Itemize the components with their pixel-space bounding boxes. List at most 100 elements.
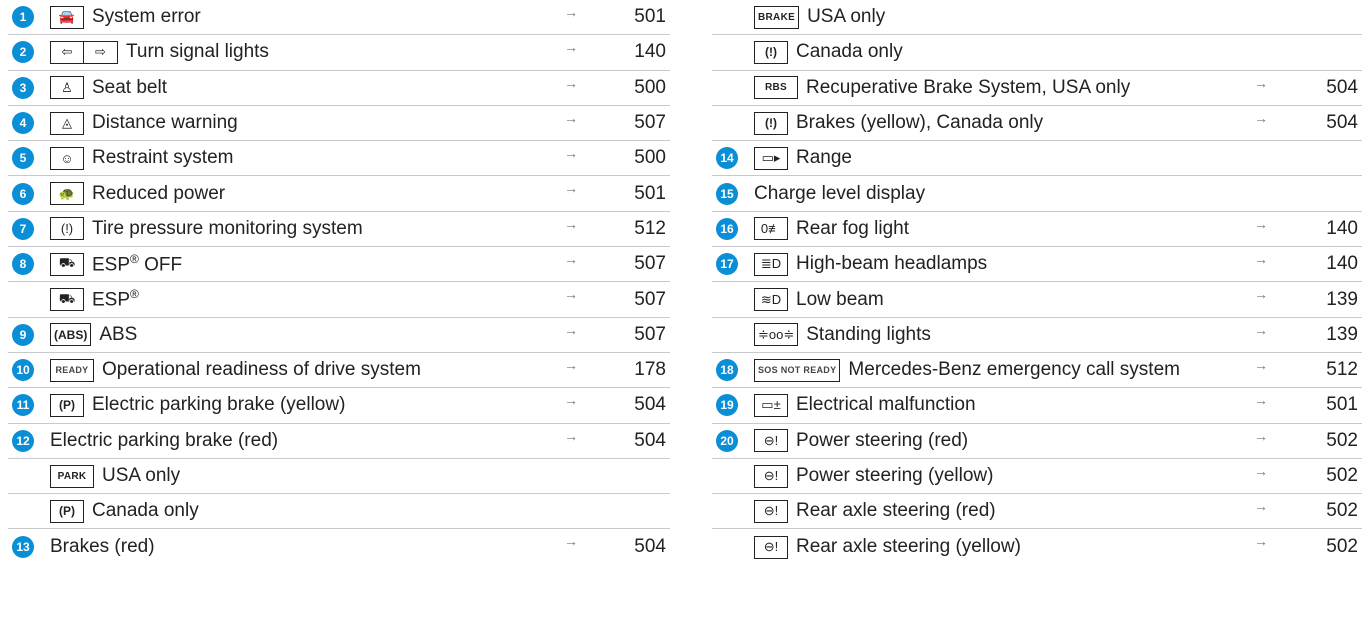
page-reference-arrow: → — [1254, 356, 1268, 373]
item-number-badge: 8 — [12, 253, 34, 276]
row-label: Brakes (red) — [50, 536, 155, 558]
table-row: 9 (ABS) ABS → 507 — [8, 318, 670, 353]
table-row: 10 READY Operational readiness of drive sy… — [8, 353, 670, 389]
high-beam-icon: ≣D — [754, 252, 788, 276]
row-content: (P) Canada only — [50, 494, 199, 528]
row-label: Mercedes-Benz emergency call system — [848, 359, 1180, 381]
row-label: High-beam headlamps — [796, 253, 988, 275]
page-reference-arrow: → — [564, 533, 578, 550]
row-content: (P) Electric parking brake (yellow) — [50, 388, 345, 422]
table-row: 19 ▭± Electrical malfunction → 501 — [712, 388, 1362, 424]
row-content: (!) Tire pressure monitoring system — [50, 212, 363, 246]
item-number-badge: 3 — [12, 76, 34, 99]
page-number: 502 — [1326, 465, 1358, 486]
page-reference-arrow: → — [564, 251, 578, 268]
table-row: 2 ⇦ ⇨ Turn signal lights → 140 — [8, 35, 670, 71]
page-number: 501 — [1326, 394, 1358, 416]
row-label: Reduced power — [92, 182, 226, 204]
row-content: ⊖! Power steering (yellow) — [754, 459, 993, 493]
row-label: USA only — [807, 6, 886, 28]
page-number: 504 — [634, 394, 666, 416]
row-label: Distance warning — [92, 112, 238, 134]
page-reference-arrow: → — [1254, 321, 1268, 338]
item-number-badge: 5 — [12, 147, 34, 170]
row-content: 0≢ Rear fog light — [754, 212, 909, 246]
row-label: ESP® — [92, 287, 139, 311]
row-label: Brakes (yellow), Canada only — [796, 112, 1044, 134]
row-content: (!) Brakes (yellow), Canada only — [754, 106, 1043, 140]
rbs-icon: RBS — [754, 76, 798, 100]
parking-brake-icon: (P) — [50, 393, 84, 417]
page-number: 502 — [1326, 429, 1358, 451]
item-number-badge: 16 — [716, 217, 738, 240]
standing-lights-icon: ≑oo≑ — [754, 323, 799, 347]
row-label: Power steering (red) — [796, 429, 969, 451]
item-number-badge: 10 — [12, 359, 34, 382]
page-number: 502 — [1326, 536, 1358, 558]
table-row: ≋D Low beam → 139 — [712, 282, 1362, 318]
page-reference-arrow: → — [564, 180, 578, 197]
row-label: Operational readiness of drive system — [102, 359, 421, 381]
table-row: ⊖! Power steering (yellow) → 502 — [712, 459, 1362, 495]
page-reference-arrow: → — [564, 356, 578, 373]
table-row: 8 ⛟ ESP® OFF → 507 — [8, 247, 670, 283]
item-number-badge: 12 — [12, 429, 34, 452]
page-reference-arrow: → — [1254, 427, 1268, 444]
row-content: ⊖! Rear axle steering (yellow) — [754, 529, 1021, 564]
row-content: BRAKE USA only — [754, 0, 885, 34]
item-number-badge: 17 — [716, 253, 738, 276]
rear-fog-icon: 0≢ — [754, 217, 788, 241]
tire-pressure-icon: (!) — [50, 217, 84, 241]
esp-icon: ⛟ — [50, 288, 84, 312]
page-reference-arrow: → — [564, 286, 578, 303]
page-reference-arrow: → — [564, 74, 578, 91]
item-number-badge: 14 — [716, 147, 738, 170]
page-reference-arrow: → — [1254, 215, 1268, 232]
indicator-lamp-index: 1 🚘 System error → 501 2 ⇦ ⇨ Turn signal lights →… — [0, 0, 1370, 624]
page-number: 140 — [1326, 217, 1358, 239]
page-reference-arrow: → — [564, 4, 578, 20]
page-reference-arrow: → — [564, 39, 578, 56]
row-content: PARK USA only — [50, 459, 180, 493]
steering-icon: ⊖! — [754, 429, 788, 453]
row-content: ⛟ ESP® — [50, 282, 139, 316]
brake-icon: BRAKE — [754, 5, 800, 29]
car-icon: 🚘 — [50, 5, 84, 29]
page-reference-arrow: → — [564, 427, 578, 444]
row-content: READY Operational readiness of drive syst… — [50, 353, 421, 387]
page-number: 500 — [634, 76, 666, 98]
page-reference-arrow: → — [1254, 251, 1268, 268]
table-row: 12 Electric parking brake (red) → 504 — [8, 424, 670, 459]
item-number-badge: 7 — [12, 217, 34, 240]
seat-belt-icon: ♙ — [50, 76, 84, 100]
page-number: 501 — [634, 6, 666, 28]
table-row: 17 ≣D High-beam headlamps → 140 — [712, 247, 1362, 283]
low-beam-icon: ≋D — [754, 288, 788, 312]
item-number-badge: 2 — [12, 41, 34, 64]
page-number: 139 — [1326, 288, 1358, 310]
row-content: ▭▸ Range — [754, 141, 852, 175]
turtle-icon: 🐢 — [50, 182, 84, 206]
page-number: 507 — [634, 253, 666, 275]
row-content: ⊖! Rear axle steering (red) — [754, 494, 996, 528]
steering-icon: ⊖! — [754, 499, 788, 523]
row-content: ⇦ ⇨ Turn signal lights — [50, 35, 269, 69]
row-label: Charge level display — [754, 182, 926, 204]
row-content: (ABS) ABS — [50, 318, 137, 352]
abs-icon: (ABS) — [50, 323, 92, 347]
page-reference-arrow: → — [564, 215, 578, 232]
airbag-icon: ☺ — [50, 146, 84, 170]
page-number: 504 — [634, 536, 666, 558]
row-label: Recuperative Brake System, USA only — [806, 76, 1131, 98]
table-row: PARK USA only — [8, 459, 670, 495]
table-row: (!) Canada only — [712, 35, 1362, 71]
ready-icon: READY — [50, 358, 94, 382]
table-row: ≑oo≑ Standing lights → 139 — [712, 318, 1362, 353]
row-label: Turn signal lights — [126, 41, 269, 63]
table-row: 7 (!) Tire pressure monitoring system → 512 — [8, 212, 670, 248]
page-reference-arrow: → — [1254, 462, 1268, 479]
sos-not-ready-icon: SOS NOT READY — [754, 358, 841, 382]
row-label: Seat belt — [92, 76, 167, 98]
row-label: Restraint system — [92, 147, 234, 169]
row-content: Brakes (red) — [50, 529, 155, 564]
